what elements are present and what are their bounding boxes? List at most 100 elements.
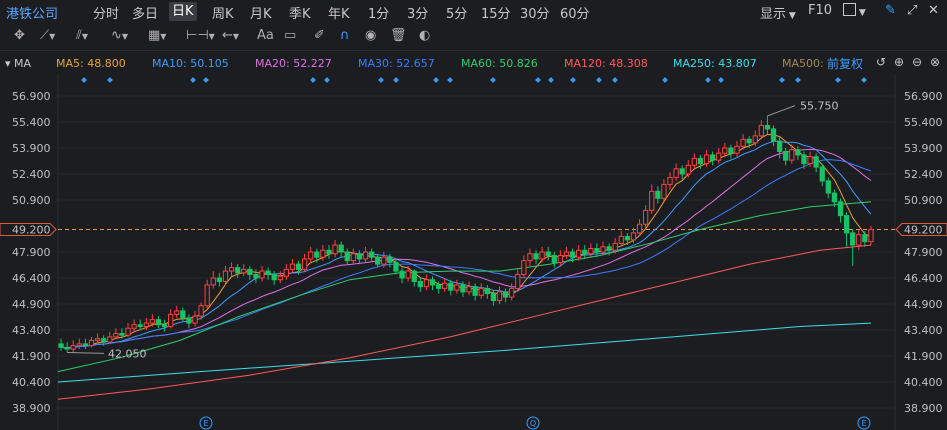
candle-body — [289, 263, 296, 270]
crosshair-icon[interactable]: ✥ — [14, 28, 25, 43]
measure-tool-icon[interactable]: ⊢⊣▼ — [186, 28, 215, 43]
marker-dot — [190, 77, 196, 83]
wave-tool-icon[interactable]: ∿▼ — [111, 28, 128, 43]
candlestick — [137, 319, 143, 330]
adjust-menu[interactable]: 前复权 — [827, 55, 863, 72]
candlestick — [764, 115, 771, 135]
remove-icon[interactable]: ⊖ — [912, 55, 922, 69]
candlestick — [277, 271, 283, 284]
y-tick-right: 43.400 — [904, 324, 943, 337]
close-icon[interactable]: ✕ — [928, 3, 939, 18]
candle-body — [783, 150, 789, 161]
candlestick — [582, 245, 588, 259]
candle-body — [222, 270, 229, 282]
pen-icon[interactable]: ✎ — [885, 3, 896, 18]
candle-body — [466, 286, 472, 293]
candle-body — [228, 267, 235, 272]
candlestick — [332, 239, 338, 258]
undo-icon[interactable]: ↺ — [876, 55, 886, 69]
stock-name[interactable]: 港铁公司 — [6, 3, 58, 22]
period-tab-yearly[interactable]: 年K — [328, 3, 350, 22]
candle-body — [850, 232, 856, 246]
settings-icon[interactable]: ⊗ — [930, 55, 940, 69]
event-marker: E — [199, 416, 213, 430]
marker-dot — [612, 77, 618, 83]
candlestick — [709, 151, 716, 166]
period-tab-5min[interactable]: 5分 — [446, 3, 467, 22]
trash-icon[interactable]: 🗑 — [390, 28, 407, 43]
layout-menu[interactable]: ▼ — [843, 3, 866, 19]
candle-body — [131, 324, 137, 329]
candle-body — [703, 154, 710, 165]
period-tab-monthly[interactable]: 月K — [250, 3, 272, 22]
add-icon[interactable]: ⊕ — [894, 55, 904, 69]
candlestick — [502, 288, 509, 303]
marker-dot — [490, 77, 496, 83]
period-tab-quarterly[interactable]: 季K — [289, 3, 311, 22]
period-tab-30min[interactable]: 30分 — [520, 3, 550, 22]
candlestick — [466, 281, 472, 296]
channel-tool-icon[interactable]: ⫽▼ — [76, 28, 88, 43]
comment-icon[interactable]: ▭ — [284, 28, 296, 43]
period-tab-daily[interactable]: 日K — [169, 2, 197, 21]
kline-chart[interactable]: 56.900 56.900 55.400 55.400 53.900 53.900 52.4… — [0, 74, 947, 430]
candlestick — [618, 231, 624, 247]
eraser-icon[interactable]: ✐ — [314, 28, 325, 43]
candle-body — [685, 164, 691, 175]
arrow-tool-icon[interactable]: ←▼ — [222, 28, 239, 43]
period-tab-60min[interactable]: 60分 — [560, 3, 590, 22]
candle-body — [746, 138, 752, 144]
caret-down-icon: ▾ — [5, 57, 15, 70]
candle-body — [612, 242, 618, 251]
candle-body — [843, 215, 850, 234]
f10-button[interactable]: F10 — [808, 3, 832, 18]
candlestick — [186, 314, 192, 329]
fullscreen-icon[interactable]: ⤢ — [907, 3, 917, 18]
candlestick — [125, 323, 131, 337]
candle-body — [198, 305, 204, 317]
candlestick — [423, 274, 430, 291]
line-tool-icon[interactable]: ⟋▼ — [40, 28, 55, 43]
candle-body — [265, 270, 271, 276]
chevron-down-icon: ▼ — [786, 11, 796, 21]
y-tick-right: 40.400 — [904, 376, 943, 389]
candle-body — [758, 124, 764, 137]
marker-dot — [535, 77, 541, 83]
candle-body — [180, 310, 186, 319]
marker-dot — [861, 77, 867, 83]
magnet-icon[interactable]: ∩ — [340, 28, 350, 43]
period-tab-15min[interactable]: 15分 — [481, 3, 511, 22]
toggle-icon[interactable]: ◐ — [419, 28, 430, 43]
period-tab-intraday[interactable]: 分时 — [93, 3, 119, 22]
candle-body — [545, 251, 551, 256]
candle-body — [484, 287, 490, 295]
high-annotation-leader — [767, 105, 796, 117]
chevron-down-icon: ▼ — [856, 8, 866, 18]
period-tab-weekly[interactable]: 周K — [212, 3, 234, 22]
marker-dot — [570, 77, 576, 83]
candlestick — [776, 137, 783, 159]
period-tab-multiday[interactable]: 多日 — [132, 3, 158, 22]
candle-body — [649, 190, 655, 211]
visibility-icon[interactable]: ◉ — [365, 28, 376, 43]
top-toolbar: 港铁公司 分时 多日 日K 周K 月K 季K 年K 1分 3分 5分 15分 3… — [0, 0, 947, 25]
candle-body — [630, 232, 637, 241]
fibonacci-tool-icon[interactable]: ▦▼ — [148, 28, 166, 43]
y-tick-right: 56.900 — [904, 90, 943, 103]
candle-body — [399, 270, 405, 279]
y-tick-right: 52.400 — [904, 168, 943, 181]
candle-body — [576, 249, 582, 258]
text-tool[interactable]: Aa — [257, 28, 274, 43]
period-tab-1min[interactable]: 1分 — [368, 3, 389, 22]
ma-toggle[interactable]: ▾ MA — [5, 57, 31, 70]
display-menu[interactable]: 显示 ▼ — [760, 3, 796, 22]
candle-body — [174, 310, 180, 315]
candle-body — [192, 315, 198, 324]
drawing-toolbar: ✥ ⟋▼ ⫽▼ ∿▼ ▦▼ ⊢⊣▼ ←▼ Aa ▭ ✐ ∩ ◉ 🗑 ◐ — [0, 24, 947, 51]
candlestick — [691, 153, 697, 169]
candle-body — [667, 176, 673, 185]
candlestick — [168, 309, 174, 329]
candle-body — [320, 249, 326, 258]
period-tab-3min[interactable]: 3分 — [407, 3, 428, 22]
candlestick — [667, 172, 673, 190]
